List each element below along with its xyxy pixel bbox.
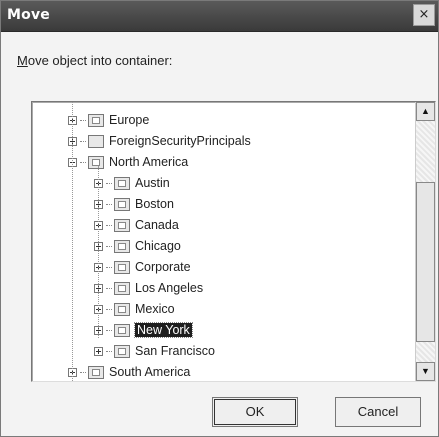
scroll-down-button[interactable]: ▼ xyxy=(416,362,435,381)
move-dialog: Move × Move object into container: Europ… xyxy=(0,0,439,437)
dialog-title: Move xyxy=(7,7,50,23)
ou-folder-icon xyxy=(114,197,130,211)
tree-connector xyxy=(106,182,112,184)
tree-item-label: Mexico xyxy=(135,302,175,316)
tree-item[interactable]: Boston xyxy=(94,194,174,214)
tree-connector xyxy=(106,287,112,289)
tree-connector xyxy=(80,119,86,121)
tree-item-label: San Francisco xyxy=(135,344,215,358)
cancel-button[interactable]: Cancel xyxy=(335,397,421,427)
tree-item[interactable]: Mexico xyxy=(94,299,175,319)
tree-item-label: North America xyxy=(109,155,189,169)
instruction-mnemonic: M xyxy=(17,53,28,68)
ou-folder-icon xyxy=(114,218,130,232)
tree-item[interactable]: Canada xyxy=(94,215,179,235)
ou-folder-icon xyxy=(88,365,104,379)
tree-connector xyxy=(106,329,112,331)
tree-connector xyxy=(80,140,86,142)
ou-folder-icon xyxy=(114,323,130,337)
tree-item-label: New York xyxy=(134,322,193,338)
ou-folder-icon xyxy=(88,155,104,169)
tree-connector xyxy=(106,224,112,226)
tree-item-label: Europe xyxy=(109,113,150,127)
close-button[interactable]: × xyxy=(413,4,435,26)
tree-item-label: Austin xyxy=(135,176,170,190)
ou-folder-icon xyxy=(114,344,130,358)
expand-icon[interactable] xyxy=(94,346,103,356)
tree-item[interactable]: North America xyxy=(68,152,188,172)
tree-item[interactable]: South America xyxy=(68,362,191,381)
tree-item-label: ForeignSecurityPrincipals xyxy=(109,134,251,148)
ok-button[interactable]: OK xyxy=(212,397,298,427)
vertical-scrollbar[interactable]: ▲ ▼ xyxy=(415,102,435,381)
tree-item[interactable]: Corporate xyxy=(94,257,191,277)
tree-connector xyxy=(80,371,86,373)
title-bar[interactable]: Move × xyxy=(1,1,438,32)
tree-item[interactable]: New York xyxy=(94,320,193,340)
instruction-label: Move object into container: xyxy=(17,53,172,68)
tree-item-label: Corporate xyxy=(135,260,191,274)
tree-item[interactable]: Chicago xyxy=(94,236,181,256)
tree-item[interactable]: ForeignSecurityPrincipals xyxy=(68,131,251,151)
tree-connector xyxy=(106,203,112,205)
tree-item[interactable]: Austin xyxy=(94,173,170,193)
scroll-thumb[interactable] xyxy=(416,182,435,342)
ou-folder-icon xyxy=(88,113,104,127)
container-tree[interactable]: Europe ForeignSecurityPrincipals North Ame… xyxy=(31,101,436,382)
tree-item-label: Los Angeles xyxy=(135,281,204,295)
tree-item[interactable]: Europe xyxy=(68,110,149,130)
tree-connector xyxy=(80,161,86,163)
tree-connector xyxy=(106,350,112,352)
close-icon: × xyxy=(418,7,430,22)
scroll-up-button[interactable]: ▲ xyxy=(416,102,435,121)
ou-folder-icon xyxy=(114,239,130,253)
tree-item[interactable]: Los Angeles xyxy=(94,278,203,298)
tree-connector xyxy=(98,166,99,338)
scroll-up-icon: ▲ xyxy=(421,106,430,116)
tree-item-label: Boston xyxy=(135,197,174,211)
tree-item-label: Canada xyxy=(135,218,179,232)
tree-view: Europe ForeignSecurityPrincipals North Ame… xyxy=(32,102,412,381)
tree-connector xyxy=(106,266,112,268)
tree-item[interactable]: San Francisco xyxy=(94,341,215,361)
ou-folder-icon xyxy=(114,281,130,295)
tree-connector xyxy=(72,102,73,381)
tree-connector xyxy=(106,245,112,247)
scroll-down-icon: ▼ xyxy=(421,366,430,376)
tree-item-label: South America xyxy=(109,365,191,379)
ou-folder-icon xyxy=(114,302,130,316)
instruction-text: ove object into container: xyxy=(27,53,173,68)
tree-item-label: Chicago xyxy=(135,239,181,253)
ou-folder-icon xyxy=(114,176,130,190)
ou-folder-icon xyxy=(114,260,130,274)
container-folder-icon xyxy=(88,134,104,148)
tree-connector xyxy=(106,308,112,310)
